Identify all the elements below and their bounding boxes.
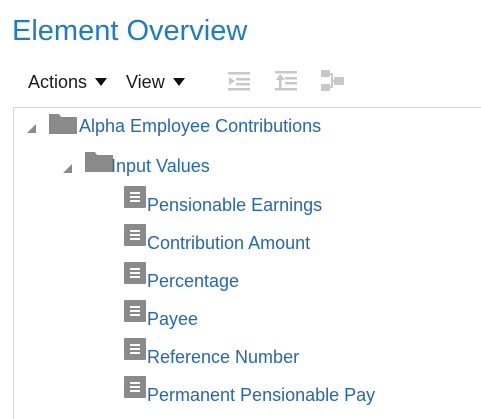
- tree-leaf-item[interactable]: Pensionable Earnings: [14, 186, 474, 218]
- tree-node-input-values[interactable]: Input Values: [14, 152, 474, 179]
- document-icon: [124, 376, 146, 398]
- document-icon: [124, 262, 146, 284]
- document-icon: [124, 186, 146, 208]
- document-icon: [124, 300, 146, 322]
- page-title: Element Overview: [12, 15, 248, 47]
- actions-menu[interactable]: Actions: [28, 70, 108, 94]
- tree-leaf-label[interactable]: Percentage: [147, 268, 239, 294]
- caret-down-icon: [172, 78, 185, 86]
- expanded-triangle-icon[interactable]: [27, 124, 36, 133]
- tree-node-label[interactable]: Alpha Employee Contributions: [79, 113, 321, 139]
- actions-menu-label: Actions: [28, 72, 88, 92]
- collapse-all-icon[interactable]: [273, 68, 299, 94]
- tree-leaf-label[interactable]: Contribution Amount: [147, 230, 310, 256]
- tree-leaf-label[interactable]: Payee: [147, 306, 198, 332]
- hierarchy-icon[interactable]: [320, 68, 346, 94]
- folder-icon: [85, 152, 113, 172]
- tree-leaf-label[interactable]: Permanent Pensionable Pay: [147, 382, 375, 408]
- toolbar: Actions View: [0, 68, 481, 98]
- view-menu-label: View: [126, 72, 165, 92]
- tree-leaf-item[interactable]: Reference Number: [14, 338, 474, 370]
- view-menu[interactable]: View: [126, 70, 185, 94]
- element-tree: Alpha Employee Contributions Input Value…: [13, 107, 481, 419]
- expanded-triangle-icon[interactable]: [63, 164, 72, 173]
- tree-leaf-label[interactable]: Reference Number: [147, 344, 299, 370]
- tree-leaf-item[interactable]: Permanent Pensionable Pay: [14, 376, 474, 408]
- tree-leaf-item[interactable]: Payee: [14, 300, 474, 332]
- document-icon: [124, 224, 146, 246]
- tree-leaf-label[interactable]: Pensionable Earnings: [147, 192, 322, 218]
- tree-node-label[interactable]: Input Values: [111, 153, 210, 179]
- expand-all-icon[interactable]: [226, 68, 252, 94]
- tree-leaf-item[interactable]: Percentage: [14, 262, 474, 294]
- document-icon: [124, 338, 146, 360]
- tree-leaf-item[interactable]: Contribution Amount: [14, 224, 474, 256]
- folder-icon: [49, 114, 77, 134]
- caret-down-icon: [95, 78, 108, 86]
- tree-node-root[interactable]: Alpha Employee Contributions: [14, 113, 474, 139]
